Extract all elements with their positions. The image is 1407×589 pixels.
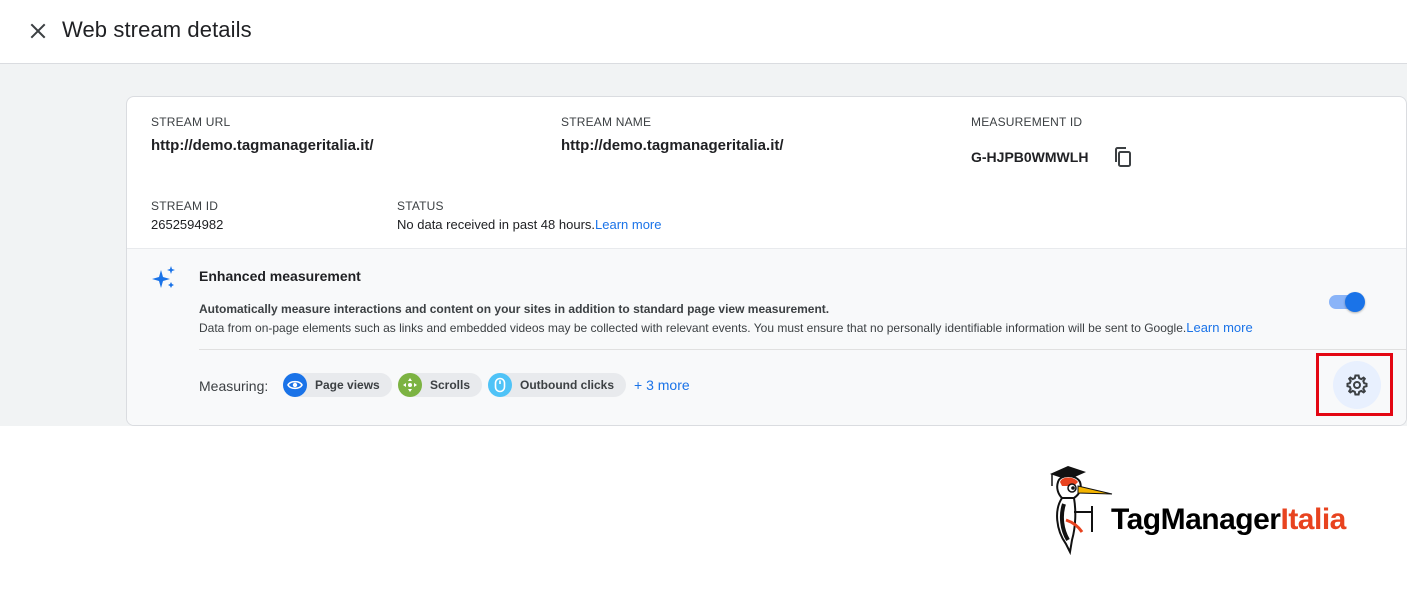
note-learn-more-link[interactable]: Learn more xyxy=(1186,320,1252,335)
measurement-id-label: MEASUREMENT ID xyxy=(971,115,1083,129)
enhanced-measurement-description: Automatically measure interactions and c… xyxy=(199,302,830,316)
enhanced-measurement-note: Data from on-page elements such as links… xyxy=(199,320,1253,335)
mouse-icon xyxy=(488,373,512,397)
measuring-label: Measuring: xyxy=(199,378,269,394)
enhanced-measurement-section: Enhanced measurement Automatically measu… xyxy=(127,248,1406,425)
status-text: No data received in past 48 hours. xyxy=(397,217,596,232)
close-button[interactable] xyxy=(26,19,50,43)
stream-url-value: http://demo.tagmanageritalia.it/ xyxy=(151,137,374,154)
logo-brand-part1: TagManager xyxy=(1111,503,1281,536)
copy-icon xyxy=(1115,147,1131,167)
chip-label: Scrolls xyxy=(430,378,471,392)
stream-id-value: 2652594982 xyxy=(151,217,224,232)
note-text: Data from on-page elements such as links… xyxy=(199,321,1187,335)
stream-id-label: STREAM ID xyxy=(151,199,219,213)
status-value: No data received in past 48 hours.Learn … xyxy=(397,217,662,232)
eye-icon xyxy=(283,373,307,397)
close-icon xyxy=(30,23,46,39)
stream-name-value: http://demo.tagmanageritalia.it/ xyxy=(561,137,784,154)
measurement-id-value[interactable]: G-HJPB0WMWLH xyxy=(971,149,1088,165)
sparkle-icon xyxy=(152,266,175,288)
stream-details-card: STREAM URL http://demo.tagmanageritalia.… xyxy=(126,96,1407,426)
copy-button[interactable] xyxy=(1112,146,1134,168)
scroll-arrows-icon xyxy=(398,373,422,397)
chip-label: Page views xyxy=(315,378,380,392)
status-learn-more-link[interactable]: Learn more xyxy=(595,217,661,232)
divider xyxy=(199,349,1406,350)
page-title: Web stream details xyxy=(62,17,252,42)
highlight-annotation-box xyxy=(1316,353,1393,416)
enhanced-measurement-toggle[interactable] xyxy=(1329,291,1365,313)
chip-outbound-clicks[interactable]: Outbound clicks xyxy=(488,373,627,397)
stream-name-label: STREAM NAME xyxy=(561,115,652,129)
woodpecker-icon xyxy=(1050,466,1113,555)
enhanced-measurement-title: Enhanced measurement xyxy=(199,268,361,284)
stream-url-label: STREAM URL xyxy=(151,115,231,129)
logo-brand-part2: Italia xyxy=(1280,503,1346,536)
logo-text: TagManagerItalia xyxy=(1111,503,1346,537)
chip-page-views[interactable]: Page views xyxy=(283,373,392,397)
chip-label: Outbound clicks xyxy=(520,378,615,392)
toggle-knob xyxy=(1345,292,1365,312)
tagmanageritalia-logo: TagManagerItalia xyxy=(1048,460,1368,555)
status-label: STATUS xyxy=(397,199,444,213)
chip-scrolls[interactable]: Scrolls xyxy=(398,373,483,397)
more-measurements-link[interactable]: + 3 more xyxy=(634,377,690,393)
top-bar: Web stream details xyxy=(0,0,1407,64)
